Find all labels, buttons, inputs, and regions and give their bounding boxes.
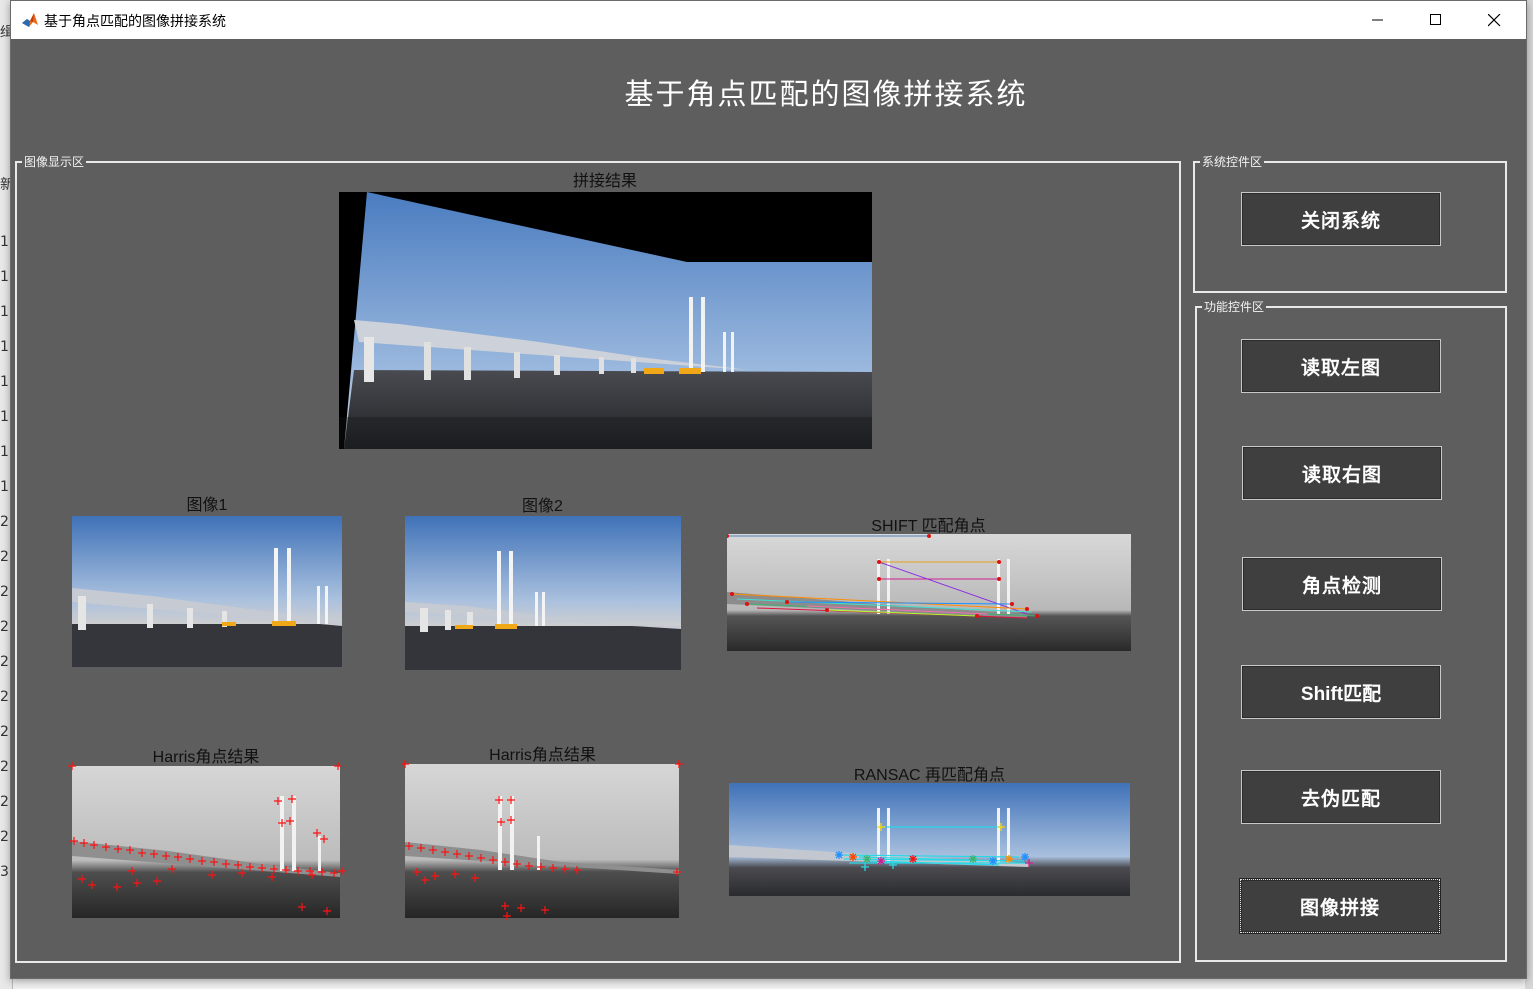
title-bar[interactable]: 基于角点匹配的图像拼接系统 [11, 1, 1526, 39]
background-app-strip-char: 2 [0, 829, 9, 845]
background-app-strip-char: 1 [0, 304, 9, 320]
ransac-match-image [729, 783, 1130, 896]
background-app-strip-char: 2 [0, 724, 9, 740]
background-app-strip-char: 2 [0, 689, 9, 705]
shift-match-graphic [727, 534, 1131, 651]
stitch-result-title: 拼接结果 [572, 173, 637, 190]
harris1-image [68, 761, 347, 919]
read-left-image-button[interactable]: 读取左图 [1241, 339, 1441, 393]
app-window: 基于角点匹配的图像拼接系统 基于角点匹配的图像拼接系统 图像显示区 拼接结果 图… [10, 0, 1527, 979]
background-app-strip-char: 1 [0, 444, 9, 460]
background-app-strip-char: 3 [0, 864, 9, 880]
harris2-image [401, 758, 686, 924]
stitch-result-graphic [339, 192, 872, 449]
shift-match-title: SHIFT 匹配角点 [871, 518, 986, 535]
maximize-button[interactable] [1407, 1, 1465, 39]
shift-match-image [727, 534, 1131, 651]
function-control-panel: 功能控件区 [1195, 299, 1507, 962]
function-control-panel-label: 功能控件区 [1202, 299, 1267, 315]
background-app-strip-char: 1 [0, 339, 9, 355]
matlab-icon [21, 11, 39, 29]
background-app-strip-char: 1 [0, 234, 9, 250]
background-app-strip-char: 2 [0, 619, 9, 635]
close-window-button[interactable] [1465, 1, 1523, 39]
background-app-strip-char: 2 [0, 549, 9, 565]
image1 [72, 516, 342, 667]
harris1-graphic [68, 762, 346, 918]
corner-detect-button[interactable]: 角点检测 [1242, 557, 1442, 611]
background-app-strip-char: 2 [0, 759, 9, 775]
system-control-panel-label: 系统控件区 [1200, 154, 1265, 170]
shift-match-button[interactable]: Shift匹配 [1241, 665, 1441, 719]
maximize-icon [1430, 14, 1441, 25]
image2-title: 图像2 [522, 498, 563, 515]
image2-graphic [405, 516, 681, 670]
harris2-graphic [401, 760, 683, 920]
background-app-strip-char: 2 [0, 584, 9, 600]
stitch-result-image [339, 192, 872, 449]
background-app-strip-char: 1 [0, 409, 9, 425]
minimize-icon [1372, 19, 1383, 21]
window-title: 基于角点匹配的图像拼接系统 [44, 14, 226, 30]
image-stitch-button[interactable]: 图像拼接 [1239, 878, 1441, 934]
page-title: 基于角点匹配的图像拼接系统 [624, 77, 1028, 111]
background-app-strip-char: 2 [0, 654, 9, 670]
background-app-strip-char: 1 [0, 374, 9, 390]
ransac-match-title: RANSAC 再匹配角点 [853, 767, 1006, 784]
close-icon [1487, 13, 1500, 26]
ransac-match-graphic [729, 783, 1130, 896]
background-app-strip-char: 2 [0, 514, 9, 530]
background-app-strip-char: 1 [0, 269, 9, 285]
close-system-button[interactable]: 关闭系统 [1241, 192, 1441, 246]
image1-graphic [72, 516, 342, 667]
background-app-strip-char: 2 [0, 794, 9, 810]
image2 [405, 516, 681, 670]
image1-title: 图像1 [186, 497, 228, 514]
minimize-button[interactable] [1349, 1, 1407, 39]
image-display-panel-label: 图像显示区 [22, 154, 87, 170]
read-right-image-button[interactable]: 读取右图 [1242, 446, 1442, 500]
background-app-strip-char: 1 [0, 479, 9, 495]
remove-false-match-button[interactable]: 去伪匹配 [1241, 770, 1441, 824]
